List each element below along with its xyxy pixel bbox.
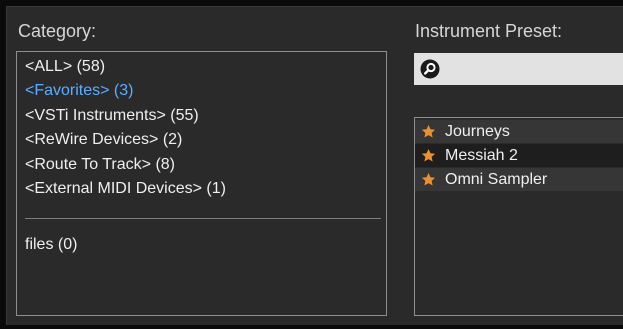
star-icon (421, 148, 436, 162)
preset-search-input[interactable] (414, 53, 623, 85)
preset-list[interactable]: Journeys Messiah 2 Omni Sampler (414, 117, 623, 316)
preset-name: Omni Sampler (445, 171, 548, 188)
category-item-all[interactable]: <ALL> (58) (25, 57, 105, 77)
preset-item-journeys[interactable]: Journeys (415, 120, 623, 143)
preset-item-omni-sampler[interactable]: Omni Sampler (415, 168, 623, 191)
preset-name: Journeys (445, 123, 510, 140)
category-label: Category: (18, 21, 97, 41)
category-list[interactable]: <ALL> (58) <Favorites> (3) <VSTi Instrum… (16, 51, 387, 316)
category-item-vsti-instruments[interactable]: <VSTi Instruments> (55) (25, 106, 199, 126)
category-item-rewire-devices[interactable]: <ReWire Devices> (2) (25, 130, 182, 150)
preset-name: Messiah 2 (445, 147, 518, 164)
category-divider (25, 218, 381, 219)
category-item-files[interactable]: files (0) (25, 235, 77, 255)
preset-item-messiah-2[interactable]: Messiah 2 (415, 144, 623, 167)
star-icon (421, 172, 436, 186)
instrument-preset-label: Instrument Preset: (415, 21, 563, 41)
search-icon[interactable] (420, 59, 440, 79)
category-item-external-midi-devices[interactable]: <External MIDI Devices> (1) (25, 179, 226, 199)
category-item-route-to-track[interactable]: <Route To Track> (8) (25, 155, 175, 175)
category-item-favorites[interactable]: <Favorites> (3) (25, 81, 133, 101)
star-icon (421, 124, 436, 138)
window-frame: Category: Instrument Preset: <ALL> (58) … (0, 0, 623, 329)
